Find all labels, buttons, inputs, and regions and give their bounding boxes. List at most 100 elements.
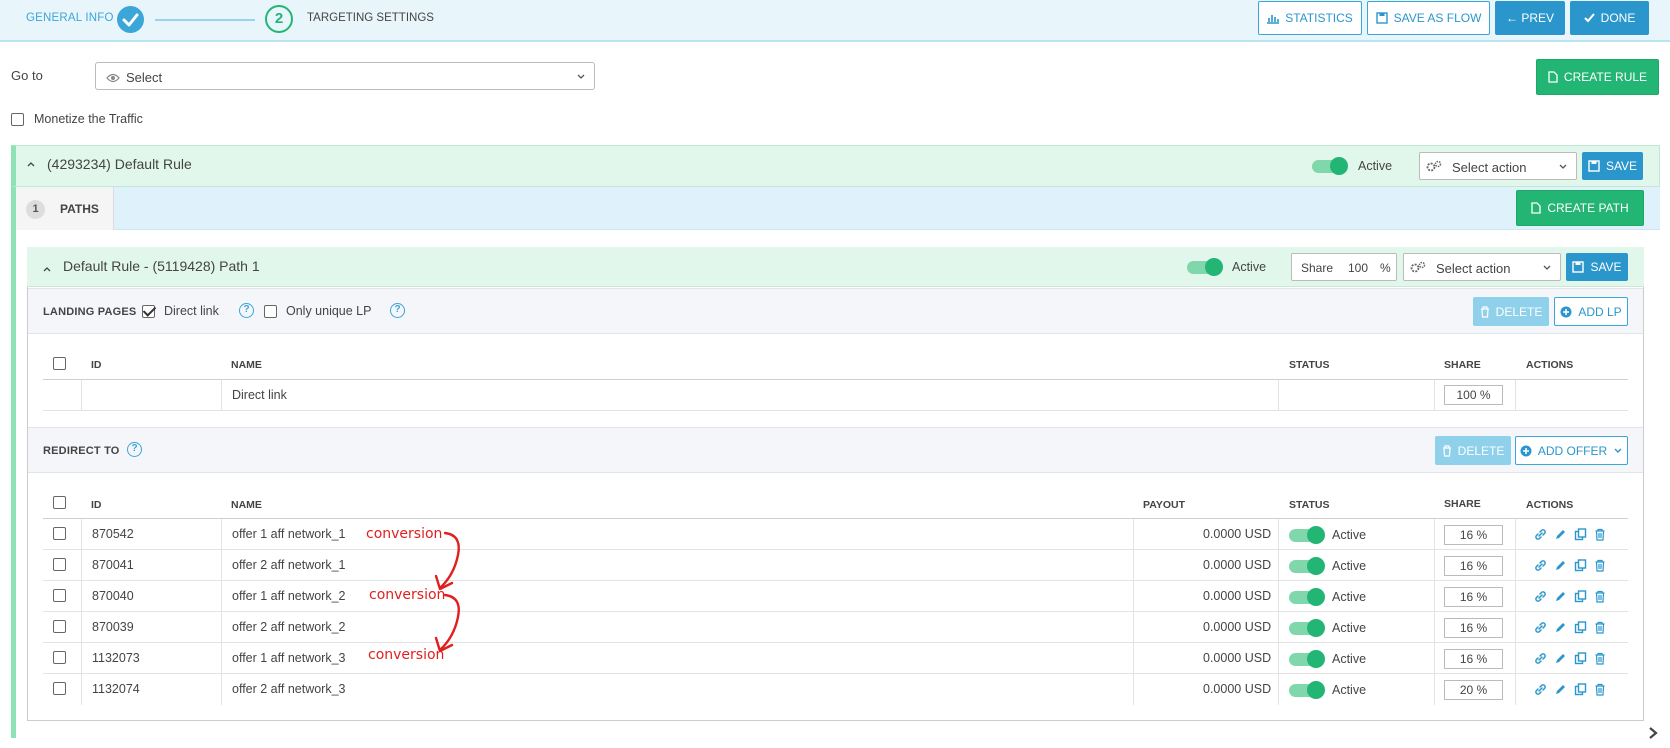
offer-select-all-checkbox[interactable] bbox=[53, 496, 66, 509]
trash-icon[interactable] bbox=[1594, 590, 1606, 606]
path-action-select[interactable]: Select action bbox=[1403, 253, 1561, 281]
add-lp-button[interactable]: ADD LP bbox=[1554, 297, 1628, 326]
offer-active-toggle[interactable] bbox=[1289, 526, 1325, 544]
path-share-field[interactable]: Share 100 % bbox=[1291, 253, 1397, 281]
offer-name: offer 1 aff network_2 bbox=[232, 589, 346, 603]
link-icon[interactable] bbox=[1534, 683, 1547, 699]
add-offer-button[interactable]: ADD OFFER bbox=[1515, 436, 1628, 465]
conversion-annotation: conversion bbox=[366, 526, 443, 542]
edit-pencil-icon[interactable] bbox=[1554, 590, 1567, 606]
edit-pencil-icon[interactable] bbox=[1554, 621, 1567, 637]
lp-delete-button[interactable]: DELETE bbox=[1473, 297, 1549, 326]
row-checkbox[interactable] bbox=[53, 558, 66, 571]
chevron-down-icon bbox=[1558, 160, 1568, 175]
offer-active-toggle[interactable] bbox=[1289, 681, 1325, 699]
help-icon[interactable]: ? bbox=[127, 442, 142, 457]
offer-share-input[interactable]: 16 % bbox=[1444, 556, 1503, 576]
edit-pencil-icon[interactable] bbox=[1554, 652, 1567, 668]
divider bbox=[1133, 519, 1134, 705]
only-unique-lp-checkbox[interactable] bbox=[264, 305, 277, 318]
file-icon bbox=[1531, 202, 1541, 214]
save-as-flow-button[interactable]: SAVE AS FLOW bbox=[1367, 1, 1490, 35]
trash-icon[interactable] bbox=[1594, 621, 1606, 637]
offer-name: offer 2 aff network_2 bbox=[232, 620, 346, 634]
monetize-checkbox[interactable] bbox=[11, 113, 24, 126]
collapse-chevron-icon[interactable] bbox=[26, 157, 36, 172]
copy-icon[interactable] bbox=[1574, 652, 1587, 668]
trash-icon[interactable] bbox=[1594, 528, 1606, 544]
direct-link-label: Direct link bbox=[164, 304, 219, 318]
copy-icon[interactable] bbox=[1574, 528, 1587, 544]
copy-icon[interactable] bbox=[1574, 559, 1587, 575]
link-icon[interactable] bbox=[1534, 652, 1547, 668]
create-rule-button[interactable]: CREATE RULE bbox=[1536, 59, 1659, 95]
link-icon[interactable] bbox=[1534, 559, 1547, 575]
goto-select[interactable]: Select bbox=[95, 62, 595, 90]
offer-active-toggle[interactable] bbox=[1289, 588, 1325, 606]
prev-button[interactable]: ← PREV bbox=[1495, 1, 1565, 35]
lp-select-all-checkbox[interactable] bbox=[53, 357, 66, 370]
divider bbox=[221, 380, 222, 410]
offer-share-input[interactable]: 16 % bbox=[1444, 649, 1503, 669]
redirect-title: REDIRECT TO bbox=[43, 445, 120, 457]
lp-row-share-input[interactable]: 100 % bbox=[1444, 385, 1503, 405]
offer-name: offer 1 aff network_1 bbox=[232, 527, 346, 541]
path-share-value[interactable]: 100 bbox=[1348, 261, 1368, 275]
offer-col-status: STATUS bbox=[1289, 499, 1330, 511]
row-checkbox[interactable] bbox=[53, 682, 66, 695]
link-icon[interactable] bbox=[1534, 590, 1547, 606]
divider bbox=[43, 518, 1628, 519]
offer-id: 1132074 bbox=[92, 682, 140, 696]
edit-pencil-icon[interactable] bbox=[1554, 559, 1567, 575]
wizard-step-general-info[interactable]: GENERAL INFO bbox=[26, 12, 114, 24]
link-icon[interactable] bbox=[1534, 621, 1547, 637]
create-path-button[interactable]: CREATE PATH bbox=[1516, 190, 1644, 226]
create-rule-label: CREATE RULE bbox=[1563, 70, 1648, 84]
create-path-label: CREATE PATH bbox=[1547, 201, 1629, 215]
offer-share-input[interactable]: 16 % bbox=[1444, 618, 1503, 638]
offer-delete-button[interactable]: DELETE bbox=[1435, 436, 1511, 465]
offer-share-input[interactable]: 16 % bbox=[1444, 525, 1503, 545]
offer-payout: 0.0000 USD bbox=[1203, 682, 1272, 696]
offer-status: Active bbox=[1332, 590, 1367, 604]
trash-icon[interactable] bbox=[1594, 652, 1606, 668]
row-checkbox[interactable] bbox=[53, 651, 66, 664]
offer-share-input[interactable]: 16 % bbox=[1444, 587, 1503, 607]
offer-share-input[interactable]: 20 % bbox=[1444, 680, 1503, 700]
divider bbox=[43, 580, 1628, 581]
direct-link-checkbox[interactable] bbox=[142, 305, 155, 318]
offer-active-toggle[interactable] bbox=[1289, 650, 1325, 668]
conversion-arrow-icon bbox=[434, 593, 460, 653]
path-active-toggle[interactable] bbox=[1187, 258, 1223, 276]
edit-pencil-icon[interactable] bbox=[1554, 683, 1567, 699]
rule-save-button[interactable]: SAVE bbox=[1582, 152, 1643, 180]
plus-circle-icon bbox=[1560, 306, 1572, 317]
statistics-button[interactable]: STATISTICS bbox=[1258, 1, 1362, 35]
copy-icon[interactable] bbox=[1574, 590, 1587, 606]
rule-action-select[interactable]: Select action bbox=[1419, 152, 1577, 180]
row-checkbox[interactable] bbox=[53, 589, 66, 602]
lp-delete-label: DELETE bbox=[1495, 304, 1543, 319]
offer-col-share: SHARE bbox=[1444, 498, 1481, 510]
offer-col-id: ID bbox=[91, 499, 102, 511]
help-icon[interactable]: ? bbox=[390, 303, 405, 318]
help-icon[interactable]: ? bbox=[239, 303, 254, 318]
rule-active-toggle[interactable] bbox=[1312, 157, 1348, 175]
copy-icon[interactable] bbox=[1574, 621, 1587, 637]
trash-icon[interactable] bbox=[1594, 683, 1606, 699]
offer-active-toggle[interactable] bbox=[1289, 619, 1325, 637]
wizard-step-targeting-settings[interactable]: TARGETING SETTINGS bbox=[307, 12, 434, 24]
copy-icon[interactable] bbox=[1574, 683, 1587, 699]
collapse-chevron-icon[interactable] bbox=[42, 262, 52, 277]
row-checkbox[interactable] bbox=[53, 620, 66, 633]
chevron-right-icon[interactable] bbox=[1647, 726, 1659, 743]
link-icon[interactable] bbox=[1534, 528, 1547, 544]
edit-pencil-icon[interactable] bbox=[1554, 528, 1567, 544]
path-save-button[interactable]: SAVE bbox=[1566, 253, 1628, 281]
offer-active-toggle[interactable] bbox=[1289, 557, 1325, 575]
row-checkbox[interactable] bbox=[53, 527, 66, 540]
done-button[interactable]: DONE bbox=[1570, 1, 1649, 35]
trash-icon[interactable] bbox=[1594, 559, 1606, 575]
statistics-label: STATISTICS bbox=[1285, 11, 1353, 25]
divider bbox=[1278, 519, 1279, 705]
